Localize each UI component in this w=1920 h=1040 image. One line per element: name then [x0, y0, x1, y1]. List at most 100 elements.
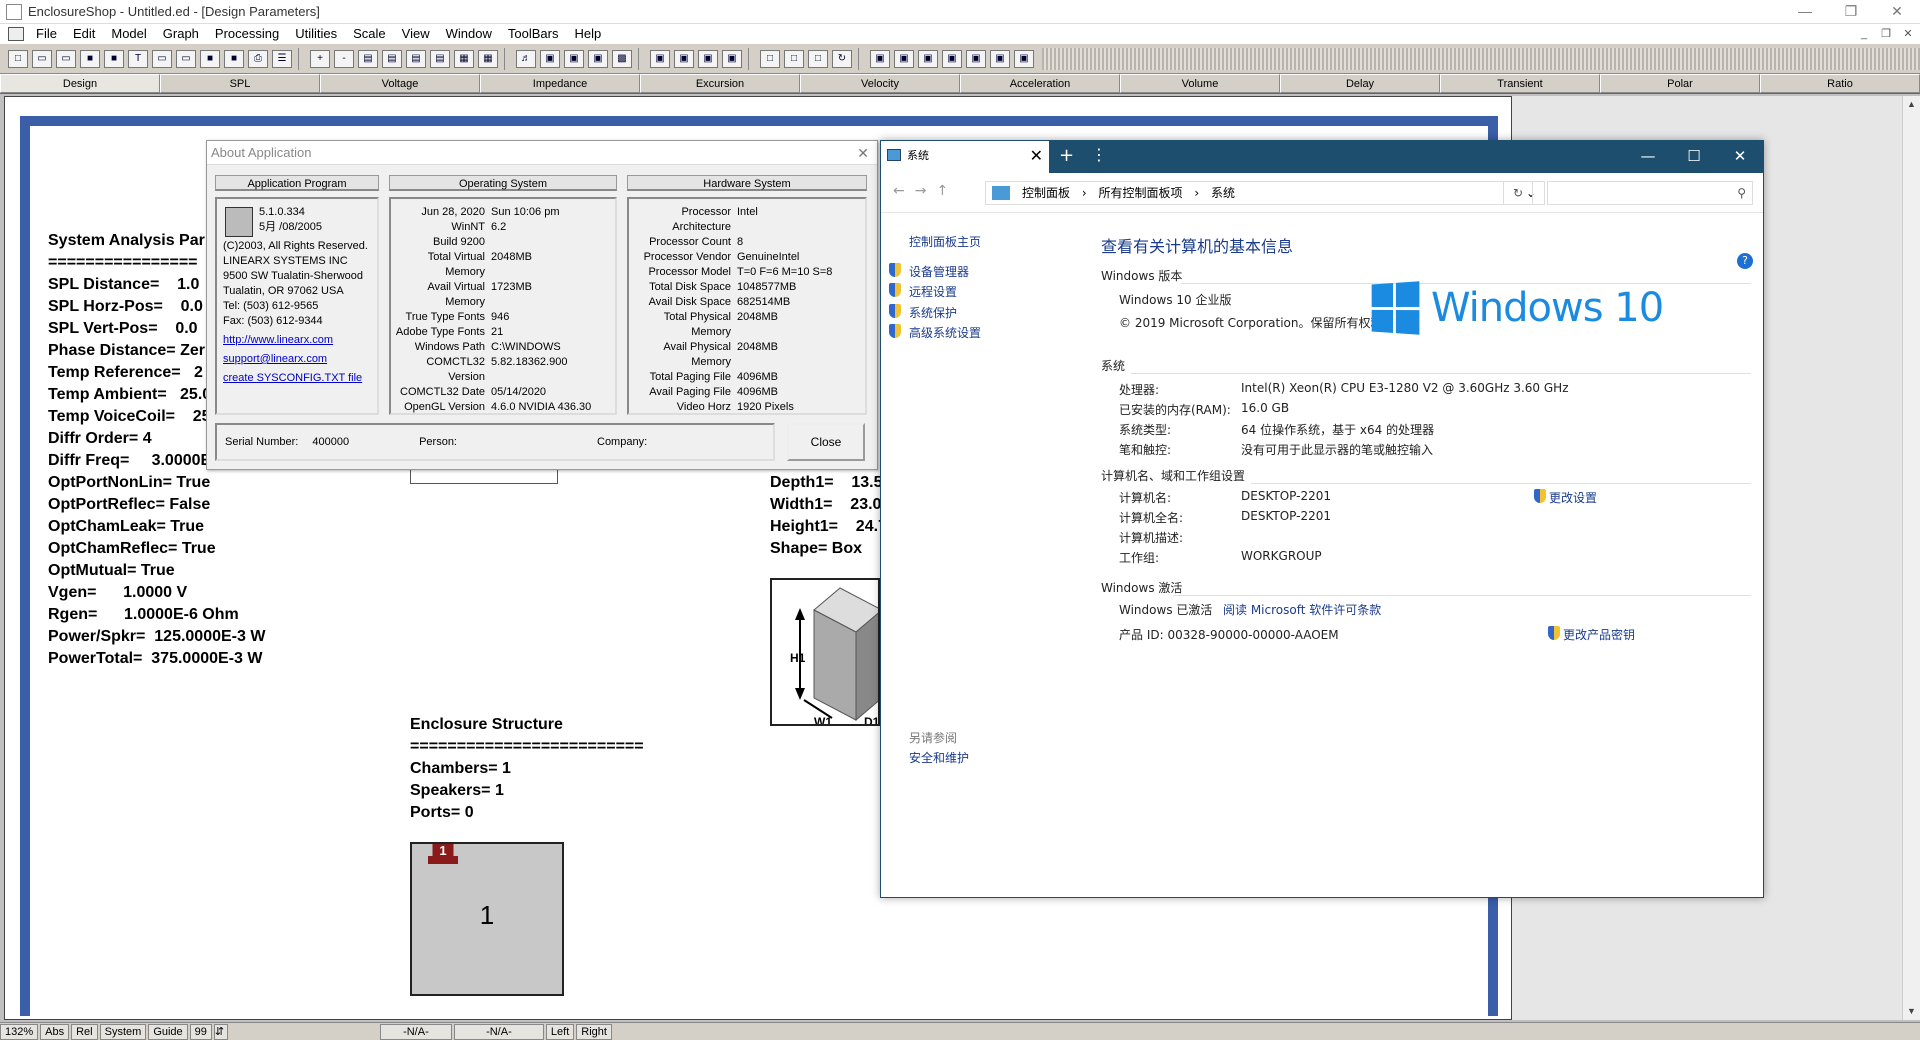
chart-icon[interactable]: ▤: [382, 49, 402, 68]
import-icon[interactable]: ■: [224, 49, 244, 68]
image-icon[interactable]: ▩: [612, 49, 632, 68]
about-close-icon[interactable]: ✕: [857, 141, 869, 165]
breadcrumb[interactable]: 控制面板 › 所有控制面板项 › 系统 ⌄: [985, 181, 1545, 205]
menu-help[interactable]: Help: [566, 24, 609, 44]
change-key-link[interactable]: 更改产品密钥: [1563, 626, 1635, 643]
tool-icon[interactable]: ▣: [650, 49, 670, 68]
open-icon[interactable]: ▭: [32, 49, 52, 68]
tool-icon[interactable]: ▣: [698, 49, 718, 68]
menu-toolbars[interactable]: ToolBars: [500, 24, 567, 44]
mode-icon[interactable]: ▣: [966, 49, 986, 68]
tab-acceleration[interactable]: Acceleration: [960, 74, 1120, 93]
guide-button[interactable]: Guide: [148, 1023, 188, 1040]
website-link[interactable]: http://www.linearx.com: [223, 333, 373, 348]
more-icon[interactable]: ⋮: [1091, 145, 1107, 164]
menu-graph[interactable]: Graph: [155, 24, 207, 44]
sidebar-link[interactable]: 高级系统设置: [909, 324, 981, 341]
minimize-button[interactable]: —: [1782, 0, 1828, 24]
system-button[interactable]: System: [99, 1023, 147, 1040]
tool-icon[interactable]: ▣: [722, 49, 742, 68]
maximize-button[interactable]: ☐: [1671, 141, 1717, 173]
window-icon[interactable]: □: [760, 49, 780, 68]
spinner-icon[interactable]: ⇵: [213, 1023, 228, 1040]
text-icon[interactable]: T: [128, 49, 148, 68]
rel-button[interactable]: Rel: [71, 1023, 98, 1040]
close-button[interactable]: ✕: [1874, 0, 1920, 24]
tab-spl[interactable]: SPL: [160, 74, 320, 93]
support-link[interactable]: support@linearx.com: [223, 352, 373, 367]
tab-excursion[interactable]: Excursion: [640, 74, 800, 93]
vertical-scrollbar[interactable]: ▲ ▼: [1902, 96, 1920, 1020]
chart-icon[interactable]: ▤: [406, 49, 426, 68]
nav-arrows-icon[interactable]: ←→↑: [893, 183, 958, 199]
port-icon[interactable]: ▣: [588, 49, 608, 68]
control-panel-home-link[interactable]: 控制面板主页: [909, 233, 981, 250]
tab-ratio[interactable]: Ratio: [1760, 74, 1920, 93]
tab-velocity[interactable]: Velocity: [800, 74, 960, 93]
speaker-marker[interactable]: 1: [428, 844, 458, 864]
security-link[interactable]: 安全和维护: [909, 749, 969, 766]
mdi-restore-button[interactable]: ❐: [1878, 24, 1894, 44]
sidebar-link[interactable]: 设备管理器: [909, 263, 969, 280]
menu-view[interactable]: View: [394, 24, 438, 44]
menu-model[interactable]: Model: [103, 24, 154, 44]
search-icon[interactable]: ⚲: [1547, 181, 1753, 205]
mdi-minimize-button[interactable]: _: [1856, 24, 1872, 44]
grid-icon[interactable]: ▦: [454, 49, 474, 68]
sidebar-link[interactable]: 远程设置: [909, 283, 957, 300]
system-tab[interactable]: 系统 ✕: [881, 141, 1049, 173]
open-folder-icon[interactable]: ▭: [56, 49, 76, 68]
restore-button[interactable]: ❐: [1828, 0, 1874, 24]
about-close-button[interactable]: Close: [787, 423, 865, 461]
tab-delay[interactable]: Delay: [1280, 74, 1440, 93]
list-icon[interactable]: ☰: [272, 49, 292, 68]
print-icon[interactable]: ⎙: [248, 49, 268, 68]
license-link[interactable]: 阅读 Microsoft 软件许可条款: [1223, 601, 1381, 618]
zoom-out-icon[interactable]: -: [334, 49, 354, 68]
refresh-icon[interactable]: ↻: [832, 49, 852, 68]
window-icon[interactable]: □: [784, 49, 804, 68]
document-icon[interactable]: [8, 27, 24, 41]
mode-icon[interactable]: ▣: [990, 49, 1010, 68]
breadcrumb-item[interactable]: 控制面板: [1022, 186, 1070, 200]
tab-transient[interactable]: Transient: [1440, 74, 1600, 93]
refresh-icon[interactable]: ↻: [1503, 181, 1533, 205]
tool-icon[interactable]: ▣: [674, 49, 694, 68]
guide-value[interactable]: 99: [189, 1023, 212, 1040]
menu-utilities[interactable]: Utilities: [287, 24, 345, 44]
mode-icon[interactable]: ▣: [942, 49, 962, 68]
load-icon[interactable]: ▭: [152, 49, 172, 68]
abs-button[interactable]: Abs: [40, 1023, 70, 1040]
chamber-icon[interactable]: ▣: [564, 49, 584, 68]
right-button[interactable]: Right: [576, 1023, 612, 1040]
zoom-in-icon[interactable]: +: [310, 49, 330, 68]
menu-scale[interactable]: Scale: [345, 24, 394, 44]
sysconfig-link[interactable]: create SYSCONFIG.TXT file: [223, 371, 373, 386]
menu-edit[interactable]: Edit: [65, 24, 103, 44]
mode-icon[interactable]: ▣: [918, 49, 938, 68]
folder-icon[interactable]: ▭: [176, 49, 196, 68]
menu-file[interactable]: File: [28, 24, 65, 44]
scroll-up-icon[interactable]: ▲: [1903, 96, 1920, 113]
close-button[interactable]: ✕: [1717, 141, 1763, 173]
scroll-down-icon[interactable]: ▼: [1903, 1003, 1920, 1020]
tab-polar[interactable]: Polar: [1600, 74, 1760, 93]
new-tab-icon[interactable]: +: [1059, 145, 1074, 166]
tab-voltage[interactable]: Voltage: [320, 74, 480, 93]
new-icon[interactable]: □: [8, 49, 28, 68]
left-button[interactable]: Left: [545, 1023, 575, 1040]
speaker-icon[interactable]: ♬: [516, 49, 536, 68]
minimize-button[interactable]: —: [1625, 141, 1671, 173]
mode-icon[interactable]: ▣: [894, 49, 914, 68]
breadcrumb-item[interactable]: 所有控制面板项: [1098, 186, 1182, 200]
save-as-icon[interactable]: ■: [104, 49, 124, 68]
mdi-close-button[interactable]: ✕: [1900, 24, 1916, 44]
export-icon[interactable]: ■: [200, 49, 220, 68]
breadcrumb-item[interactable]: 系统: [1211, 186, 1235, 200]
window-icon[interactable]: □: [808, 49, 828, 68]
tab-impedance[interactable]: Impedance: [480, 74, 640, 93]
mode-icon[interactable]: ▣: [1014, 49, 1034, 68]
tab-volume[interactable]: Volume: [1120, 74, 1280, 93]
menu-processing[interactable]: Processing: [207, 24, 287, 44]
mode-icon[interactable]: ▣: [870, 49, 890, 68]
